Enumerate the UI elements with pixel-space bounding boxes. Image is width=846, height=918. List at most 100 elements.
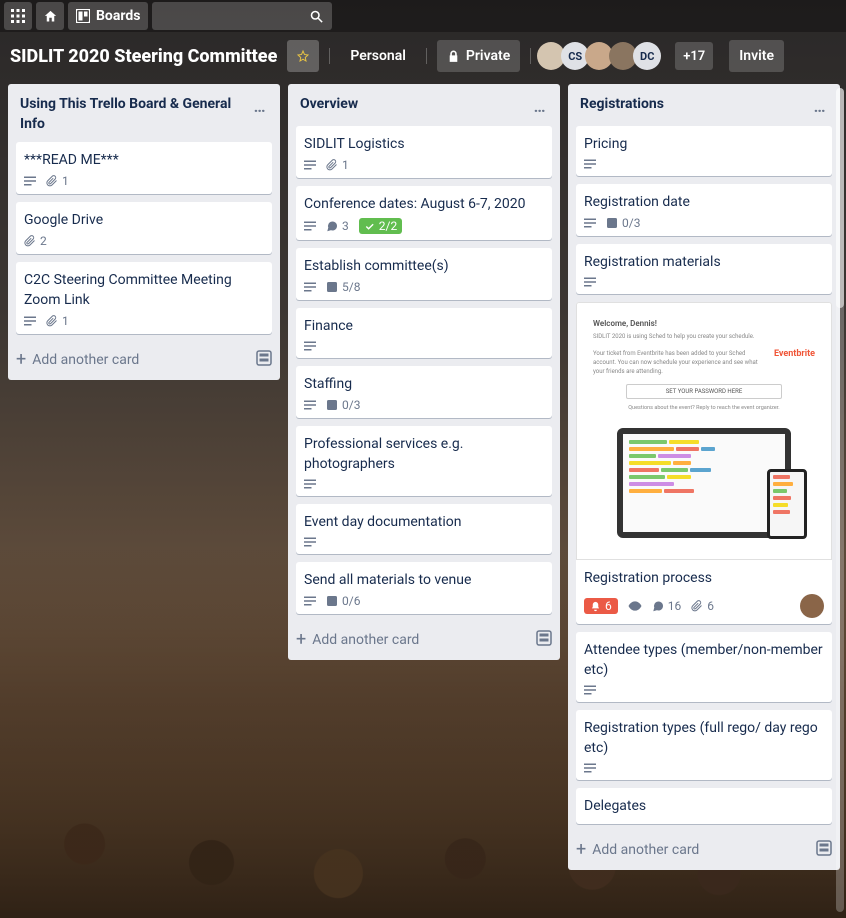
card[interactable]: Google Drive 2 [16,202,272,254]
card-title: Registration materials [584,252,824,272]
description-icon [304,340,316,352]
card-title: Pricing [584,134,824,154]
card-title: Registration date [584,192,824,212]
card[interactable]: Professional services e.g. photographers [296,426,552,496]
board-icon [76,9,90,23]
card[interactable]: Finance [296,308,552,358]
card[interactable]: ***READ ME*** 1 [16,142,272,194]
card[interactable]: Registration types (full rego/ day rego … [576,710,832,780]
card-title: Conference dates: August 6-7, 2020 [304,194,544,214]
card-title: SIDLIT Logistics [304,134,544,154]
template-icon [256,350,272,366]
notification-badge: 6 [584,598,618,614]
card[interactable]: Conference dates: August 6-7, 2020 3 2/2 [296,186,552,240]
card[interactable]: C2C Steering Committee Meeting Zoom Link… [16,262,272,334]
card[interactable]: Establish committee(s) 5/8 [296,248,552,300]
card-title: Staffing [304,374,544,394]
card[interactable]: Event day documentation [296,504,552,554]
description-icon [304,399,316,411]
board-canvas[interactable]: Using This Trello Board & General Info …… [0,80,846,914]
description-badge [584,276,596,288]
description-icon [304,220,316,232]
card-title: Finance [304,316,544,336]
invite-button[interactable]: Invite [729,40,784,72]
comments-badge: 3 [326,219,349,233]
boards-button[interactable]: Boards [68,2,148,30]
avatar[interactable]: DC [633,42,661,70]
description-icon [584,762,596,774]
description-badge [304,281,316,293]
card[interactable]: Send all materials to venue 0/6 [296,562,552,614]
card-title: Google Drive [24,210,264,230]
description-icon [304,478,316,490]
description-icon [304,536,316,548]
description-icon [24,175,36,187]
apps-button[interactable] [4,2,32,30]
private-label: Private [466,48,510,64]
description-icon [584,158,596,170]
board-scrollbar[interactable] [836,88,844,912]
description-icon [304,159,316,171]
home-button[interactable] [36,2,64,30]
card[interactable]: SIDLIT Logistics 1 [296,126,552,178]
attachment-badge: 1 [46,174,69,188]
card[interactable]: Staffing 0/3 [296,366,552,418]
card[interactable]: Welcome, Dennis! SIDLIT 2020 is using Sc… [576,302,832,624]
list-menu-button[interactable]: … [248,94,272,118]
description-badge [304,159,316,171]
more-members-button[interactable]: +17 [675,42,713,70]
card-member-avatar[interactable] [800,594,824,618]
description-badge [584,762,596,774]
topbar: Boards [0,0,846,32]
watch-badge [628,599,642,613]
card-title: Event day documentation [304,512,544,532]
plus-icon: + [296,633,306,647]
list-menu-button[interactable]: … [808,94,832,118]
template-button[interactable] [536,630,552,650]
comment-icon [326,220,338,232]
attachment-badge: 1 [46,314,69,328]
card[interactable]: Registration date 0/3 [576,184,832,236]
checklist-icon [326,595,338,607]
visibility-button[interactable]: Private [437,40,520,72]
description-icon [304,595,316,607]
card[interactable]: Registration materials [576,244,832,294]
description-badge [304,478,316,490]
card-title: Registration process [584,568,824,588]
paperclip-icon [24,235,36,247]
list-title[interactable]: Overview [300,94,528,114]
search-input[interactable] [152,2,332,30]
description-badge [584,684,596,696]
description-icon [584,217,596,229]
description-badge [24,175,36,187]
member-avatars: CS DC [541,42,661,70]
add-card-button[interactable]: Add another card [312,632,419,648]
boards-label: Boards [96,8,140,24]
team-label[interactable]: Personal [340,40,416,72]
card-title: Establish committee(s) [304,256,544,276]
paperclip-icon [326,159,338,171]
card[interactable]: Attendee types (member/non-member etc) [576,632,832,702]
star-button[interactable] [287,40,319,72]
card[interactable]: Delegates [576,788,832,824]
description-icon [584,684,596,696]
description-badge [304,340,316,352]
add-card-button[interactable]: Add another card [592,842,699,858]
checklist-icon [326,399,338,411]
list-menu-button[interactable]: … [528,94,552,118]
checklist-badge: 0/6 [326,594,360,608]
card[interactable]: Pricing [576,126,832,176]
checklist-badge: 0/3 [606,216,640,230]
checklist-badge: 2/2 [359,218,402,234]
template-icon [816,840,832,856]
add-card-button[interactable]: Add another card [32,352,139,368]
template-button[interactable] [816,840,832,860]
home-icon [43,9,58,24]
list-title[interactable]: Using This Trello Board & General Info [20,94,248,134]
board-title[interactable]: SIDLIT 2020 Steering Committee [10,46,277,67]
description-icon [584,276,596,288]
list-title[interactable]: Registrations [580,94,808,114]
lock-icon [447,50,460,63]
template-button[interactable] [256,350,272,370]
card-title: C2C Steering Committee Meeting Zoom Link [24,270,264,310]
